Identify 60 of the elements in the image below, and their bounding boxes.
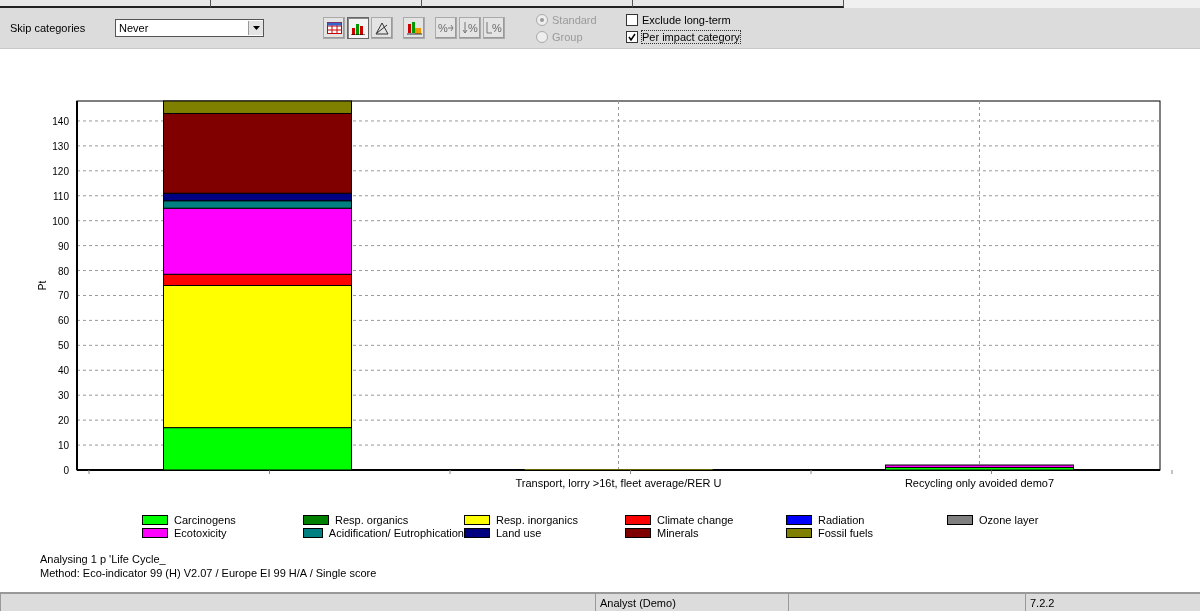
y-tick-label: 70 [57, 290, 69, 302]
legend-label: Climate change [657, 514, 734, 526]
arrow-icon [462, 22, 469, 34]
analysis-info-text: Analysing 1 p 'Life Cycle_ [40, 553, 167, 565]
analysis-info-text: Method: Eco-indicator 99 (H) V2.07 / Europe EI 99 H/A / Single score [40, 567, 378, 579]
legend-label: Radiation [818, 514, 865, 526]
dropdown-value: Never [119, 22, 149, 34]
percent-glyph: % [468, 22, 478, 34]
legend-label: Ozone layer [979, 514, 1039, 526]
chart-icon [406, 21, 422, 35]
category-label: Transport, lorry >16t, fleet average/RER U [515, 477, 722, 489]
legend-label: Land use [496, 527, 542, 539]
legend-label: Ecotoxicity [174, 527, 227, 539]
y-tick-label: 20 [57, 415, 69, 427]
bar-chart-icon [351, 21, 365, 35]
tab[interactable] [422, 0, 633, 8]
percent-glyph: % [492, 22, 502, 34]
radio-label: Standard [552, 13, 597, 26]
y-tick-label: 110 [53, 190, 69, 202]
y-tick-label: 90 [57, 240, 69, 252]
checkbox[interactable] [626, 30, 638, 43]
status-text: Analyst (Demo) [600, 596, 676, 609]
legend-label: Minerals [657, 527, 699, 539]
legend-label: Resp. inorganics [496, 514, 578, 526]
legend-label: Fossil fuels [818, 527, 874, 539]
legend-label: Acidification/ Eutrophication [328, 527, 464, 539]
y-tick-label: 40 [57, 365, 69, 377]
y-tick-label: 140 [52, 115, 69, 127]
category-label: Recycling only avoided demo7 [904, 477, 1055, 489]
checkbox-label: Exclude long-term [642, 13, 731, 26]
arrow-icon [447, 22, 454, 34]
version-text: 7.2.2 [1030, 596, 1055, 609]
y-tick-label: 100 [52, 215, 69, 227]
table-icon [326, 22, 342, 34]
y-tick-label: 130 [52, 140, 69, 152]
skip-categories-dropdown[interactable]: Never [115, 19, 264, 37]
checkbox[interactable] [626, 13, 638, 26]
skip-categories-label: Skip categories [10, 22, 87, 34]
percent-glyph: % [438, 22, 448, 34]
radio-label: Group [552, 30, 583, 43]
y-axis-title: Pt [37, 280, 48, 291]
view-button[interactable] [323, 17, 345, 39]
y-tick-label: 80 [57, 265, 69, 277]
y-tick-label: 0 [63, 465, 69, 476]
y-tick-label: 60 [57, 315, 69, 327]
legend-label: Carcinogens [174, 514, 236, 526]
y-tick-label: 120 [52, 165, 69, 177]
tab[interactable] [633, 0, 844, 8]
checkbox-label: Per impact category [642, 30, 740, 43]
view-button[interactable] [347, 17, 369, 39]
legend-label: Resp. organics [335, 514, 409, 526]
chart-settings-button[interactable] [403, 17, 425, 39]
caret-icon [248, 21, 263, 35]
view-button[interactable] [371, 17, 393, 39]
y-tick-label: 50 [57, 340, 69, 352]
tab[interactable] [0, 0, 211, 8]
y-tick-label: 30 [57, 390, 69, 402]
tab[interactable] [211, 0, 422, 8]
y-tick-label: 10 [57, 440, 69, 452]
triangle-icon [375, 21, 389, 35]
